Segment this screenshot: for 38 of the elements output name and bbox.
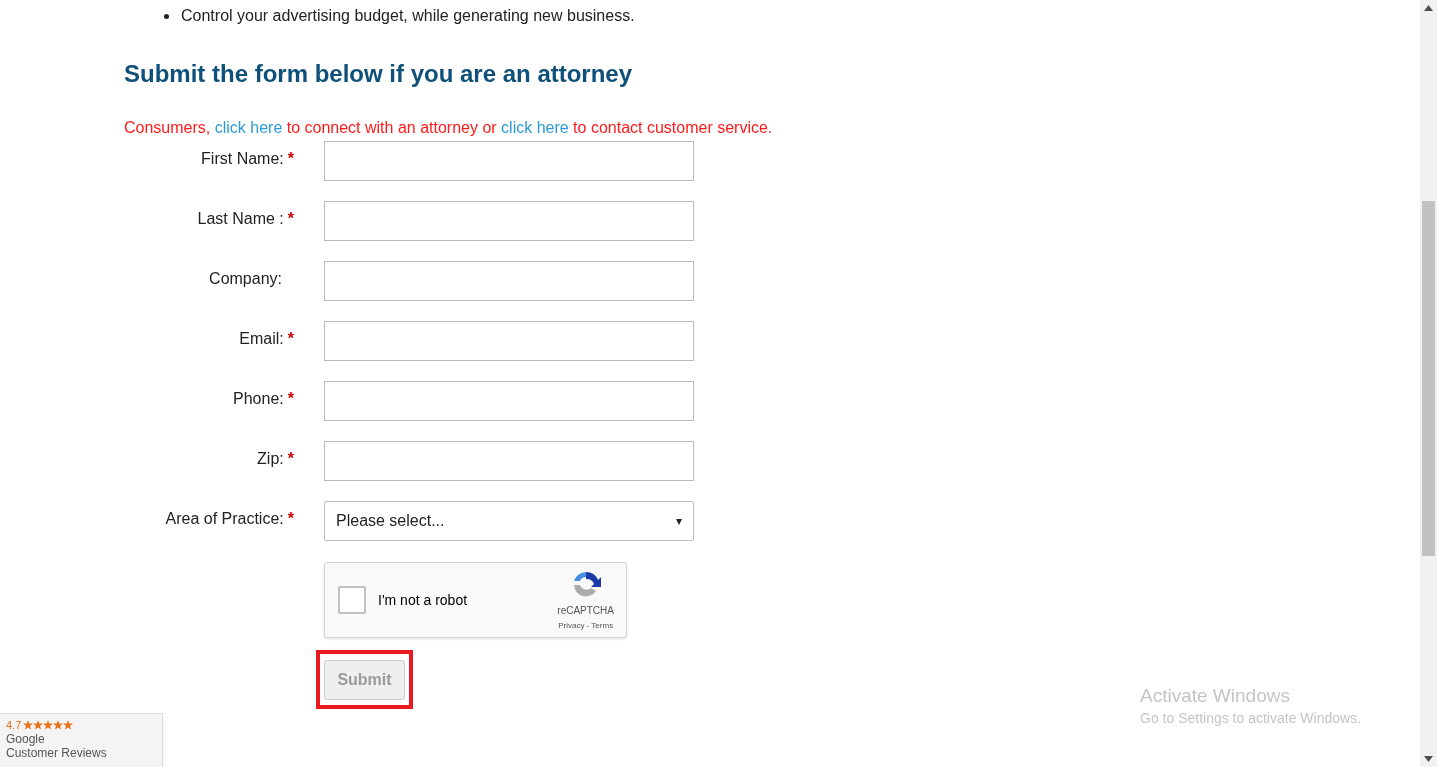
scroll-up-icon[interactable]: [1424, 5, 1433, 11]
scroll-thumb[interactable]: [1422, 201, 1435, 556]
scroll-down-icon[interactable]: [1424, 756, 1433, 762]
field-label: Area of Practice:: [165, 509, 284, 529]
activation-title: Activate Windows: [1140, 685, 1291, 707]
privacy-terms-link[interactable]: Privacy - Terms: [558, 619, 614, 632]
scrollbar[interactable]: [1420, 0, 1437, 767]
field-label: Phone:: [233, 389, 284, 409]
required-mark: *: [287, 389, 294, 409]
rating-value: 4.7: [6, 718, 22, 732]
captcha-label: I'm not a robot: [378, 590, 468, 610]
bullet-icon: [164, 13, 169, 19]
form-heading: Submit the form below if you are an attorney: [124, 59, 634, 89]
required-mark: *: [287, 449, 294, 469]
required-mark: *: [287, 149, 294, 169]
reviews-badge[interactable]: 4.7 Google Customer Reviews: [0, 713, 163, 767]
field-label: Email:: [239, 329, 284, 349]
practice-select[interactable]: Please select... ▾: [324, 501, 694, 541]
required-mark: *: [287, 329, 294, 349]
text-field[interactable]: [324, 141, 694, 181]
text-field[interactable]: [324, 201, 694, 241]
field-label: First Name:: [201, 149, 284, 169]
consumer-notice: Consumers, click here to connect with an attorney or click here to contact customer service.: [124, 118, 774, 138]
text-field[interactable]: [324, 261, 694, 301]
field-label: Last Name :: [197, 209, 284, 229]
badge-brand: Google: [6, 732, 46, 746]
required-mark: *: [287, 509, 294, 529]
required-mark: *: [287, 209, 294, 229]
text-field[interactable]: [324, 321, 694, 361]
captcha-checkbox[interactable]: [338, 586, 366, 614]
recaptcha-brand: reCAPTCHA: [557, 603, 614, 618]
field-label: Zip:: [257, 449, 284, 469]
activation-subtitle: Go to Settings to activate Windows.: [1140, 709, 1361, 728]
text-field[interactable]: [324, 441, 694, 481]
bullet-text: Control your advertising budget, while generating new business.: [181, 6, 635, 26]
field-label: Company:: [209, 269, 282, 289]
badge-caption: Customer Reviews: [6, 746, 108, 760]
text-field[interactable]: [324, 381, 694, 421]
